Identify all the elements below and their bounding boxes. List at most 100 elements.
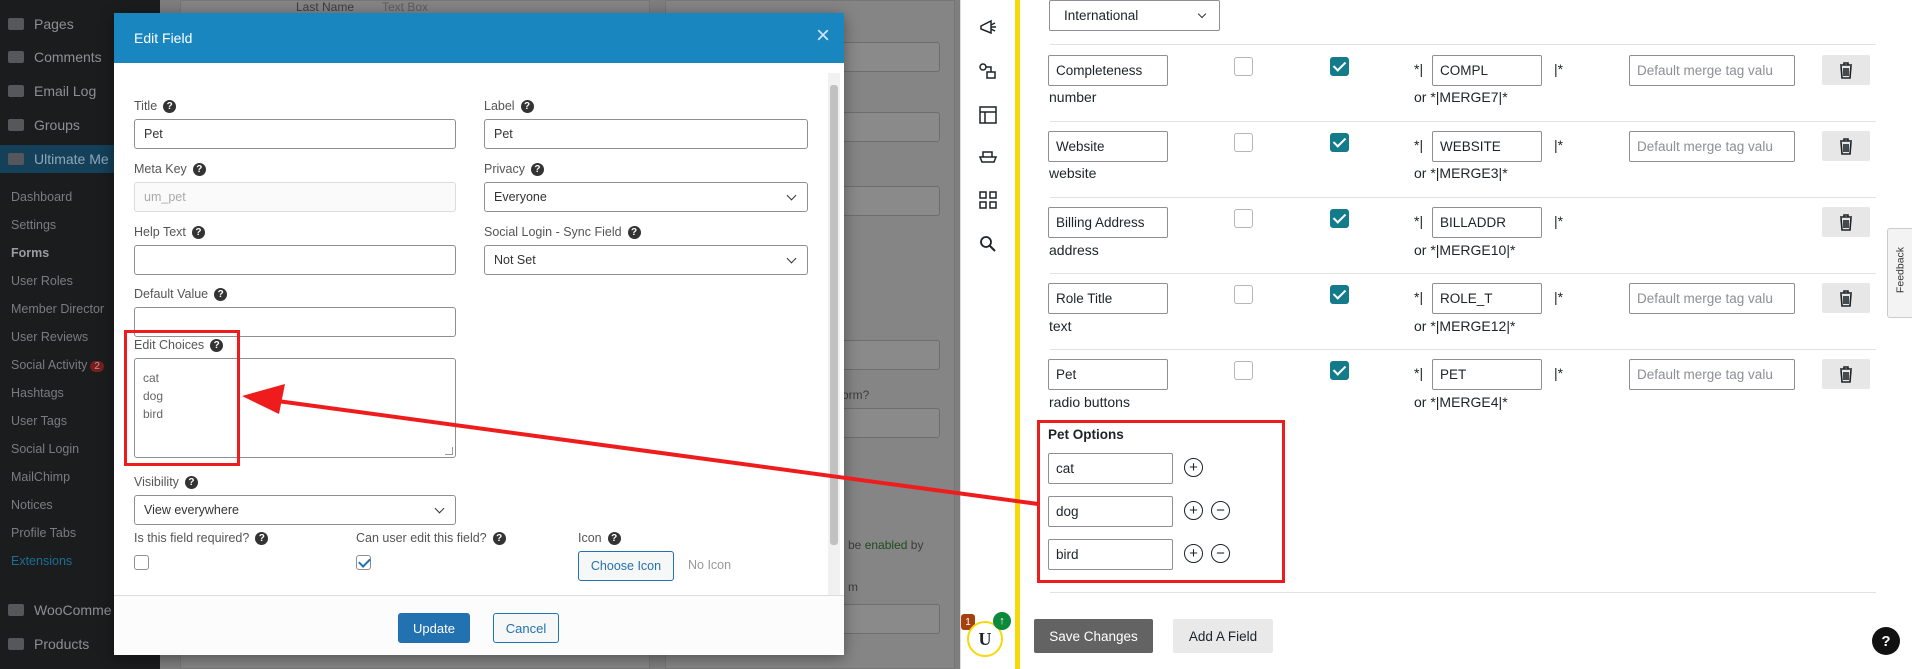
megaphone-icon[interactable] bbox=[978, 18, 998, 38]
row-checkbox-checked[interactable] bbox=[1330, 133, 1349, 152]
merge-tag-input[interactable]: COMPL bbox=[1432, 55, 1542, 86]
edit-choices-textarea[interactable]: cat dog bird bbox=[134, 358, 456, 458]
submenu-extensions[interactable]: Extensions bbox=[11, 554, 72, 568]
help-icon[interactable]: ? bbox=[520, 99, 534, 113]
help-icon[interactable]: ? bbox=[210, 338, 224, 352]
save-changes-button[interactable]: Save Changes bbox=[1034, 619, 1153, 653]
social-login-sync-select[interactable]: Not Set bbox=[484, 245, 808, 275]
field-name-input[interactable]: Pet bbox=[1048, 359, 1168, 390]
editable-checkbox[interactable] bbox=[356, 555, 371, 570]
label-field[interactable]: Pet bbox=[484, 119, 808, 149]
default-merge-value-input[interactable]: Default merge tag valu bbox=[1629, 359, 1795, 390]
trash-icon bbox=[1840, 61, 1852, 79]
submenu-mailchimp[interactable]: MailChimp bbox=[11, 470, 70, 484]
delete-row-button[interactable] bbox=[1822, 359, 1870, 389]
submenu-forms[interactable]: Forms bbox=[11, 246, 49, 260]
required-label: Is this field required?? bbox=[134, 531, 269, 545]
workflow-icon[interactable] bbox=[978, 62, 998, 82]
row-checkbox-unchecked[interactable] bbox=[1234, 209, 1253, 228]
remove-option-icon[interactable]: − bbox=[1211, 544, 1230, 563]
add-option-icon[interactable]: + bbox=[1184, 458, 1203, 477]
submenu-settings[interactable]: Settings bbox=[11, 218, 56, 232]
submenu-social-activity[interactable]: Social Activity 2 bbox=[11, 358, 104, 372]
resize-handle-icon[interactable] bbox=[445, 447, 453, 455]
merge-prefix: *| bbox=[1414, 61, 1424, 77]
submenu-social-login[interactable]: Social Login bbox=[11, 442, 79, 456]
help-icon[interactable]: ? bbox=[1872, 627, 1900, 655]
help-icon[interactable]: ? bbox=[214, 287, 228, 301]
default-value-field[interactable] bbox=[134, 307, 456, 337]
row-checkbox-checked[interactable] bbox=[1330, 361, 1349, 380]
help-icon[interactable]: ? bbox=[255, 531, 269, 545]
help-icon[interactable]: ? bbox=[163, 99, 177, 113]
row-checkbox-unchecked[interactable] bbox=[1234, 285, 1253, 304]
delete-row-button[interactable] bbox=[1822, 131, 1870, 161]
merge-tag-input[interactable]: BILLADDR bbox=[1432, 207, 1542, 238]
field-name-input[interactable]: Completeness bbox=[1048, 55, 1168, 86]
grid-icon[interactable] bbox=[978, 190, 998, 210]
close-icon[interactable]: × bbox=[816, 24, 830, 48]
submenu-notices[interactable]: Notices bbox=[11, 498, 53, 512]
edit-choices-label: Edit Choices? bbox=[134, 338, 224, 352]
default-merge-value-input[interactable]: Default merge tag valu bbox=[1629, 131, 1795, 162]
add-option-icon[interactable]: + bbox=[1184, 544, 1203, 563]
submenu-user-reviews[interactable]: User Reviews bbox=[11, 330, 88, 344]
field-name-input[interactable]: Website bbox=[1048, 131, 1168, 162]
title-field[interactable]: Pet bbox=[134, 119, 456, 149]
update-button[interactable]: Update bbox=[398, 613, 470, 643]
add-field-button[interactable]: Add A Field bbox=[1173, 619, 1273, 653]
row-checkbox-checked[interactable] bbox=[1330, 209, 1349, 228]
delete-row-button[interactable] bbox=[1822, 55, 1870, 85]
pet-option-input[interactable]: dog bbox=[1048, 496, 1173, 527]
submenu-dashboard[interactable]: Dashboard bbox=[11, 190, 72, 204]
feedback-tab[interactable]: Feedback bbox=[1887, 228, 1912, 318]
signup-icon[interactable] bbox=[978, 147, 998, 167]
submenu-hashtags[interactable]: Hashtags bbox=[11, 386, 64, 400]
pet-option-input[interactable]: bird bbox=[1048, 539, 1173, 570]
row-checkbox-unchecked[interactable] bbox=[1234, 57, 1253, 76]
default-merge-value-input[interactable]: Default merge tag valu bbox=[1629, 283, 1795, 314]
help-text-field[interactable] bbox=[134, 245, 456, 275]
comments-icon bbox=[8, 51, 24, 63]
merge-tag-input[interactable]: ROLE_T bbox=[1432, 283, 1542, 314]
merge-tag-input[interactable]: WEBSITE bbox=[1432, 131, 1542, 162]
merge-tag-input[interactable]: PET bbox=[1432, 359, 1542, 390]
pet-option-input[interactable]: cat bbox=[1048, 453, 1173, 484]
submenu-profile-tabs[interactable]: Profile Tabs bbox=[11, 526, 76, 540]
trash-icon bbox=[1840, 289, 1852, 307]
country-select[interactable]: International bbox=[1049, 0, 1220, 31]
required-checkbox[interactable] bbox=[134, 555, 149, 570]
help-icon[interactable]: ? bbox=[184, 475, 198, 489]
help-icon[interactable]: ? bbox=[492, 531, 506, 545]
woocommerce-icon bbox=[8, 604, 24, 616]
row-divider bbox=[1050, 44, 1876, 45]
help-icon[interactable]: ? bbox=[607, 531, 621, 545]
privacy-select[interactable]: Everyone bbox=[484, 182, 808, 212]
field-name-input[interactable]: Role Title bbox=[1048, 283, 1168, 314]
visibility-select[interactable]: View everywhere bbox=[134, 495, 456, 525]
help-icon[interactable]: ? bbox=[530, 162, 544, 176]
submenu-user-roles[interactable]: User Roles bbox=[11, 274, 73, 288]
search-icon[interactable] bbox=[978, 234, 998, 254]
submenu-user-tags[interactable]: User Tags bbox=[11, 414, 67, 428]
scrollbar-thumb[interactable] bbox=[830, 85, 838, 545]
submenu-member-directories[interactable]: Member Director bbox=[11, 302, 104, 316]
row-divider bbox=[1050, 197, 1876, 198]
field-name-input[interactable]: Billing Address bbox=[1048, 207, 1168, 238]
default-merge-value-input[interactable]: Default merge tag valu bbox=[1629, 55, 1795, 86]
row-checkbox-unchecked[interactable] bbox=[1234, 133, 1253, 152]
row-checkbox-unchecked[interactable] bbox=[1234, 361, 1253, 380]
modal-scrollbar[interactable] bbox=[828, 73, 840, 603]
delete-row-button[interactable] bbox=[1822, 207, 1870, 237]
help-icon[interactable]: ? bbox=[192, 162, 206, 176]
row-checkbox-checked[interactable] bbox=[1330, 57, 1349, 76]
remove-option-icon[interactable]: − bbox=[1211, 501, 1230, 520]
delete-row-button[interactable] bbox=[1822, 283, 1870, 313]
choose-icon-button[interactable]: Choose Icon bbox=[578, 551, 674, 581]
row-checkbox-checked[interactable] bbox=[1330, 285, 1349, 304]
add-option-icon[interactable]: + bbox=[1184, 501, 1203, 520]
help-icon[interactable]: ? bbox=[627, 225, 641, 239]
cancel-button[interactable]: Cancel bbox=[493, 613, 559, 643]
help-icon[interactable]: ? bbox=[191, 225, 205, 239]
layout-icon[interactable] bbox=[978, 105, 998, 125]
